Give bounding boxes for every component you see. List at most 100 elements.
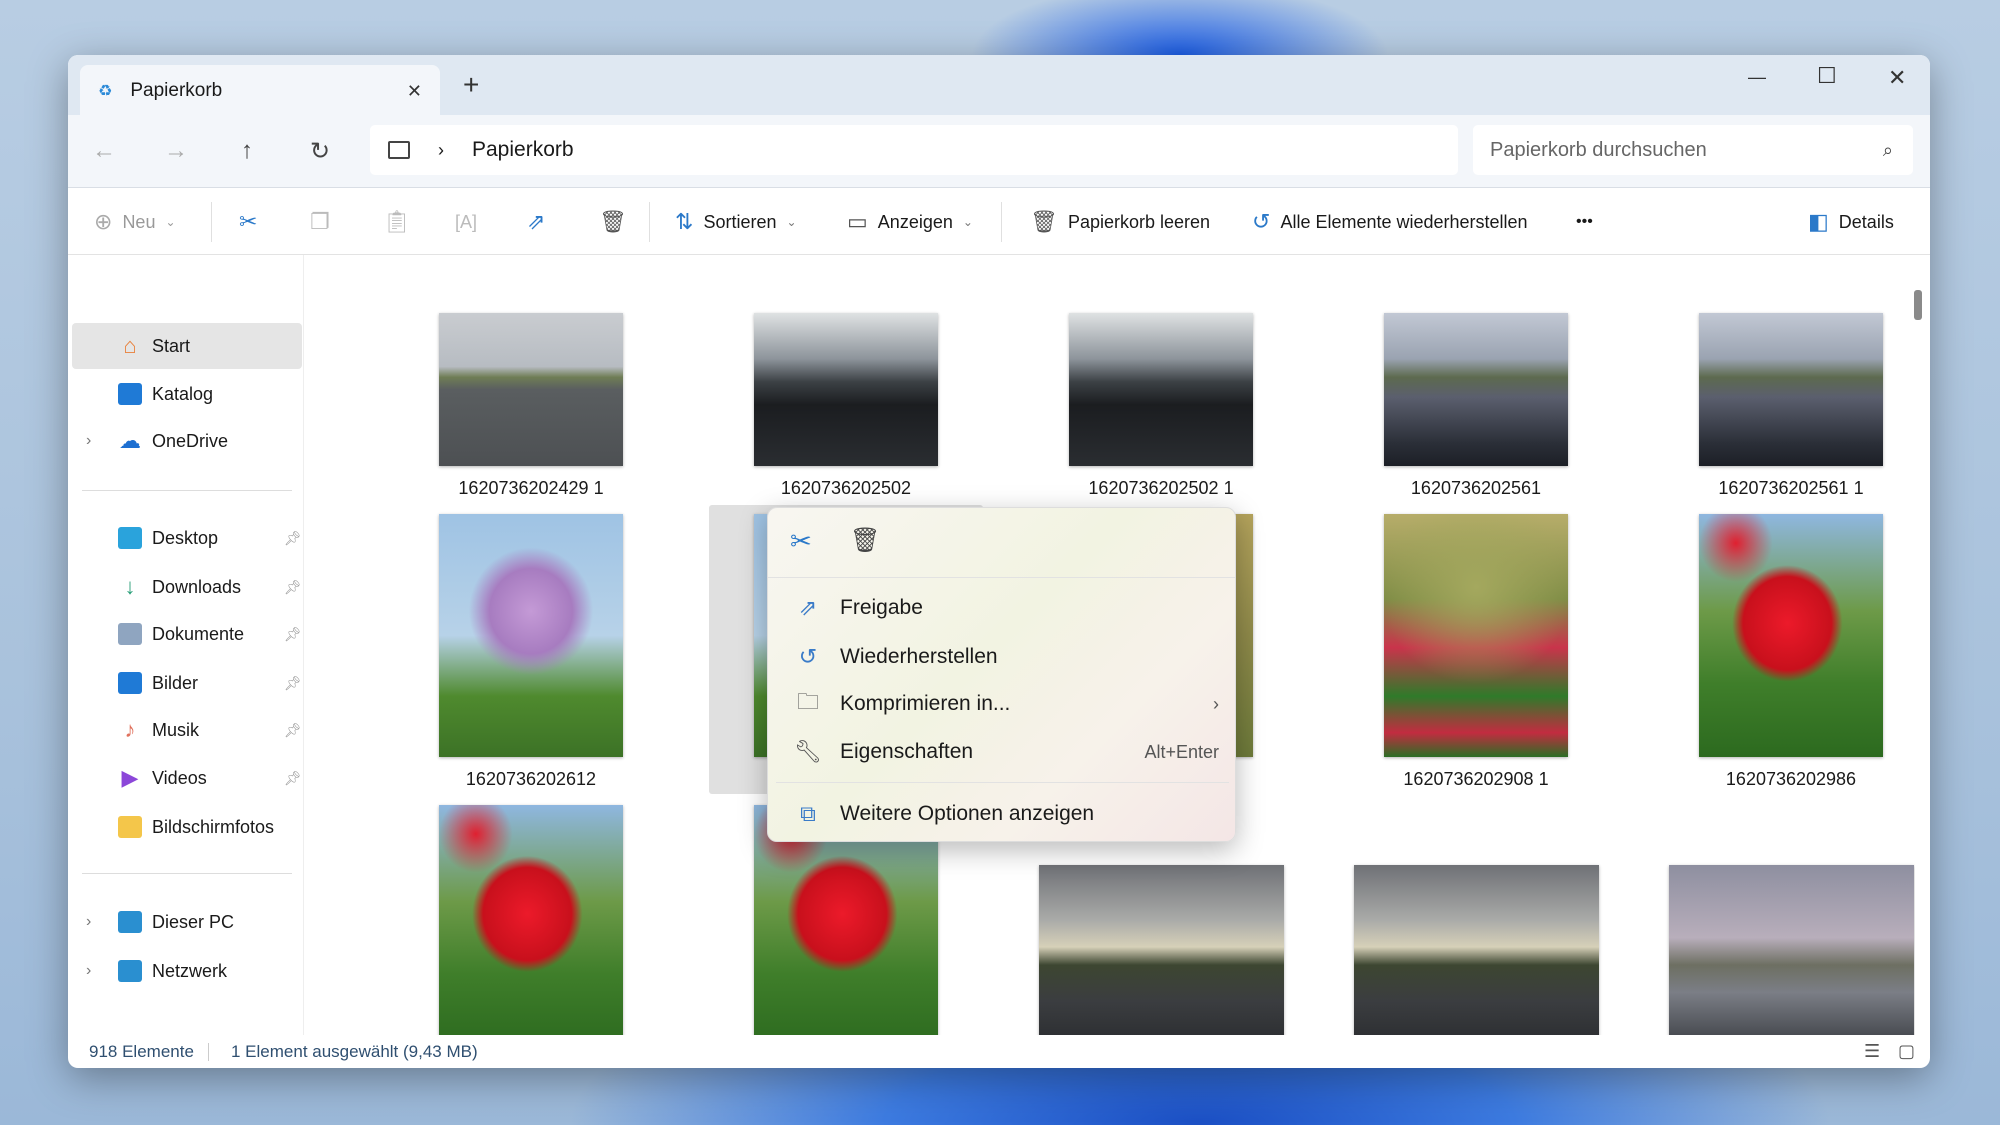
file-thumbnail[interactable] — [1699, 514, 1883, 757]
file-name[interactable]: 1620736202561 1 — [1661, 478, 1915, 499]
file-thumbnail[interactable] — [1384, 514, 1568, 757]
sidebar-item-bilder[interactable]: Bilder 📌︎ — [72, 660, 302, 706]
close-window-button[interactable]: ✕ — [1888, 65, 1906, 91]
share-button[interactable]: ⇗ — [527, 188, 545, 256]
file-name[interactable]: 1620736202429 1 — [401, 478, 661, 499]
close-tab-button[interactable]: ✕ — [407, 81, 422, 102]
minimize-button[interactable]: — — [1748, 67, 1766, 88]
tab-papierkorb[interactable]: ♻ Papierkorb ✕ — [80, 65, 440, 117]
sidebar-item-bildschirmfotos[interactable]: Bildschirmfotos — [72, 804, 302, 850]
forward-button[interactable]: → — [158, 133, 194, 169]
menu-item-komprimieren-in[interactable]: 🗀 Komprimieren in... › — [776, 681, 1229, 727]
cut-icon[interactable]: ✂ — [790, 526, 812, 557]
file-thumbnail[interactable] — [1699, 313, 1883, 466]
refresh-button[interactable]: ↻ — [302, 133, 338, 169]
new-button[interactable]: ⊕ Neu ⌄ — [94, 188, 176, 256]
file-thumbnail[interactable] — [754, 313, 938, 466]
file-thumbnail[interactable] — [1384, 313, 1568, 466]
pictures-icon — [118, 672, 142, 694]
more-button[interactable]: ••• — [1576, 188, 1593, 256]
sidebar-item-onedrive[interactable]: ☁ OneDrive › — [72, 418, 302, 464]
sidebar-item-musik[interactable]: ♪ Musik 📌︎ — [72, 707, 302, 753]
expand-chevron-icon[interactable]: › — [86, 432, 91, 450]
chevron-down-icon: ⌄ — [962, 215, 973, 229]
gallery-icon — [118, 383, 142, 405]
menu-item-freigabe[interactable]: ⇗ Freigabe — [776, 585, 1229, 631]
sidebar-item-label: Videos — [152, 767, 207, 788]
expand-chevron-icon[interactable]: › — [86, 913, 91, 931]
file-thumbnail[interactable] — [1668, 865, 1914, 1035]
file-name[interactable]: 1620736202561 — [1346, 478, 1606, 499]
file-name[interactable]: 1620736202908 1 — [1346, 769, 1606, 790]
copy-button[interactable]: ❐ — [310, 188, 330, 256]
breadcrumb-papierkorb[interactable]: Papierkorb — [472, 138, 574, 162]
back-button[interactable]: ← — [86, 133, 122, 169]
sidebar-item-label: Bilder — [152, 672, 199, 693]
sidebar-item-videos[interactable]: ▶ Videos 📌︎ — [72, 755, 302, 801]
search-input[interactable]: Papierkorb durchsuchen ⌕ — [1473, 125, 1913, 175]
cut-button[interactable]: ✂ — [239, 188, 257, 256]
home-icon: ⌂ — [123, 333, 137, 358]
sidebar-item-label: Katalog — [152, 383, 214, 404]
up-button[interactable]: ↑ — [229, 133, 265, 169]
chevron-down-icon: ⌄ — [786, 215, 797, 229]
file-thumbnail[interactable] — [439, 313, 623, 466]
document-icon — [118, 623, 142, 645]
rename-icon: [A] — [455, 211, 478, 232]
zip-folder-icon: 🗀 — [796, 689, 819, 714]
address-bar[interactable]: › Papierkorb — [370, 125, 1458, 175]
empty-recycle-bin-button[interactable]: 🗑︎ Papierkorb leeren — [1030, 188, 1210, 256]
expand-chevron-icon[interactable]: › — [86, 962, 91, 980]
delete-button[interactable]: 🗑︎ — [599, 188, 627, 256]
rename-button[interactable]: [A] — [455, 188, 477, 256]
scrollbar-thumb[interactable] — [1914, 290, 1922, 320]
file-thumbnail[interactable] — [439, 805, 623, 1035]
divider — [82, 873, 292, 874]
menu-item-label: Freigabe — [840, 596, 923, 619]
menu-item-wiederherstellen[interactable]: ↺ Wiederherstellen — [776, 634, 1229, 680]
details-view-icon[interactable]: ☰ — [1864, 1041, 1880, 1062]
details-button[interactable]: ◧ Details — [1808, 188, 1894, 256]
sidebar-item-katalog[interactable]: Katalog — [72, 371, 302, 417]
tab-title: Papierkorb — [130, 80, 223, 101]
sidebar-item-netzwerk[interactable]: Netzwerk › — [72, 948, 302, 994]
file-name[interactable]: 1620736202502 — [716, 478, 976, 499]
title-bar: ♻ Papierkorb ✕ + — ☐ ✕ — [68, 55, 1930, 117]
scissors-icon: ✂ — [239, 209, 258, 234]
view-button[interactable]: ▭ Anzeigen ⌄ — [847, 188, 973, 256]
file-name[interactable]: 1620736202612 — [401, 769, 661, 790]
sidebar-item-dokumente[interactable]: Dokumente 📌︎ — [72, 611, 302, 657]
file-thumbnail[interactable] — [1038, 865, 1284, 1035]
address-row: ← → ↑ ↻ › Papierkorb Papierkorb durchsuc… — [68, 115, 1930, 187]
search-icon[interactable]: ⌕ — [1883, 140, 1893, 161]
context-menu: ✂ 🗑︎ ⇗ Freigabe ↺ Wiederherstellen 🗀 Komprimi… — [767, 507, 1236, 842]
file-name[interactable]: 1620736202502 1 — [1031, 478, 1291, 499]
delete-icon[interactable]: 🗑︎ — [850, 526, 880, 555]
sort-button[interactable]: ⇅ Sortieren ⌄ — [675, 188, 797, 256]
restore-all-button[interactable]: ↺ Alle Elemente wiederherstellen — [1252, 188, 1528, 256]
file-thumbnail[interactable] — [439, 514, 623, 757]
status-bar: 918 Elemente 1 Element ausgewählt (9,43 … — [68, 1035, 1930, 1068]
restore-all-label: Alle Elemente wiederherstellen — [1280, 211, 1528, 232]
menu-item-shortcut: Alt+Enter — [1144, 741, 1219, 762]
restore-all-icon: ↺ — [1252, 209, 1271, 234]
menu-item-shortcut: › — [1213, 693, 1219, 714]
tiles-view-icon[interactable]: ▢ — [1898, 1041, 1915, 1062]
sidebar-item-downloads[interactable]: ↓ Downloads 📌︎ — [72, 564, 302, 610]
file-thumbnail[interactable] — [1353, 865, 1599, 1035]
menu-item-eigenschaften[interactable]: 🔧︎ Eigenschaften Alt+Enter — [776, 729, 1229, 775]
file-thumbnail[interactable] — [1069, 313, 1253, 466]
file-name[interactable]: 1620736202986 — [1661, 769, 1915, 790]
item-count: 918 Elemente — [89, 1041, 194, 1061]
menu-item-label: Eigenschaften — [840, 740, 974, 763]
sidebar-item-dieser-pc[interactable]: Dieser PC › — [72, 899, 302, 945]
sidebar-item-start[interactable]: ⌂ Start — [72, 323, 302, 369]
menu-item-weitere-optionen-anzeigen[interactable]: ⧉ Weitere Optionen anzeigen — [776, 791, 1229, 837]
new-tab-button[interactable]: + — [463, 69, 479, 101]
menu-item-label: Wiederherstellen — [840, 645, 998, 668]
paste-button[interactable]: 📋︎ — [383, 188, 411, 256]
selection-info: 1 Element ausgewählt (9,43 MB) — [231, 1041, 478, 1061]
divider — [776, 782, 1229, 783]
sidebar-item-desktop[interactable]: Desktop 📌︎ — [72, 515, 302, 561]
maximize-button[interactable]: ☐ — [1817, 63, 1837, 89]
